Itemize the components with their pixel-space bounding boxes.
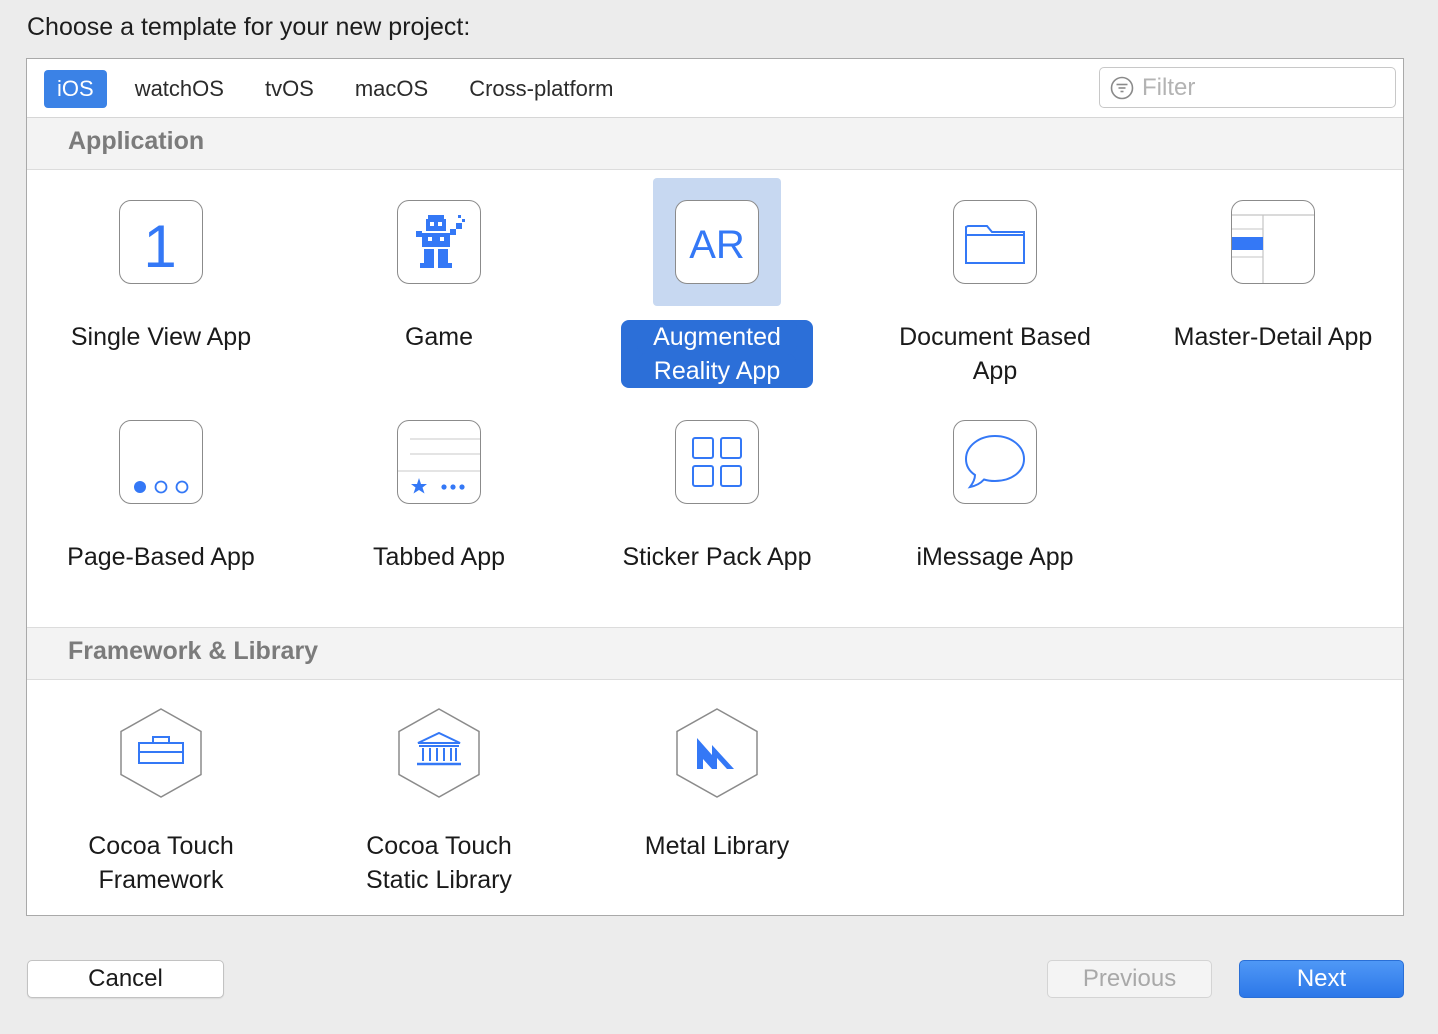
platform-tabs: iOS watchOS tvOS macOS Cross-platform [44,70,643,108]
template-label-line1: Page-Based App [67,543,255,571]
template-label-line1: Cocoa Touch [88,832,234,860]
template-label: Game [305,320,573,354]
template-icon-slot-selected: AR [653,178,781,306]
template-label: Metal Library [583,829,851,863]
template-label-line2: Framework [98,866,224,894]
template-label-selected: Augmented Reality App [583,320,851,388]
tab-macos[interactable]: macOS [344,70,439,108]
template-label-line1: Master-Detail App [1173,323,1373,351]
folder-icon [953,200,1037,284]
template-label: Single View App [27,320,295,354]
template-label-line1: Document Based [899,323,1091,351]
template-label-line1: Cocoa Touch [366,832,512,860]
section-header-framework: Framework & Library [27,627,1403,680]
section-title-application: Application [68,127,205,155]
toolbox-icon [116,707,206,799]
filter-input[interactable] [1140,70,1389,106]
template-label-line1: Sticker Pack App [622,543,812,571]
next-button[interactable]: Next [1239,960,1404,998]
template-label: Cocoa Touch Static Library [305,829,573,897]
previous-button[interactable]: Previous [1047,960,1212,998]
metal-icon [672,707,762,799]
template-label: Tabbed App [305,540,573,574]
template-panel: iOS watchOS tvOS macOS Cross-platform Ap… [26,58,1404,916]
page-title: Choose a template for your new project: [27,13,471,41]
template-label: Sticker Pack App [583,540,851,574]
template-label-line2: Static Library [366,866,512,894]
library-building-icon [394,707,484,799]
template-icon-slot [1209,178,1337,306]
platform-tab-bar: iOS watchOS tvOS macOS Cross-platform [27,59,1403,118]
template-label: Master-Detail App [1139,320,1403,354]
section-title-framework: Framework & Library [68,637,319,665]
template-label: Page-Based App [27,540,295,574]
template-icon-slot: 1 [97,178,225,306]
template-icon-slot [653,398,781,526]
template-icon-slot [375,398,503,526]
template-label-lines: Augmented Reality App [621,320,813,388]
template-icon-slot [375,178,503,306]
master-detail-icon [1231,200,1315,284]
filter-field[interactable] [1099,67,1396,108]
template-label-line1: Tabbed App [372,543,506,571]
template-label-line1: Metal Library [644,832,790,860]
section-header-application: Application [27,118,1403,170]
filter-icon [1110,76,1134,100]
template-label: Cocoa Touch Framework [27,829,295,897]
single-view-glyph: 1 [143,213,176,280]
single-view-icon: 1 [119,200,203,284]
page-dots-icon [119,420,203,504]
tab-tvos[interactable]: tvOS [254,70,325,108]
template-label-line1: Game [404,323,474,351]
template-label: iMessage App [861,540,1129,574]
template-label-line1: Single View App [70,323,252,351]
tab-ios[interactable]: iOS [44,70,107,108]
tab-bar-icon [397,420,481,504]
template-label-line2: App [972,357,1018,385]
ar-icon: AR [675,200,759,284]
template-icon-slot [931,398,1059,526]
ar-glyph: AR [689,223,745,267]
template-label-line1: Augmented [637,320,797,354]
tab-cross-platform[interactable]: Cross-platform [458,70,624,108]
template-label: Document Based App [861,320,1129,388]
tab-watchos[interactable]: watchOS [124,70,235,108]
template-label-line1: iMessage App [916,543,1074,571]
speech-bubble-icon [953,420,1037,504]
template-icon-slot [931,178,1059,306]
template-icon-slot [97,398,225,526]
sticker-grid-icon [675,420,759,504]
cancel-button[interactable]: Cancel [27,960,224,998]
template-label-line2: Reality App [637,354,797,388]
game-icon [397,200,481,284]
